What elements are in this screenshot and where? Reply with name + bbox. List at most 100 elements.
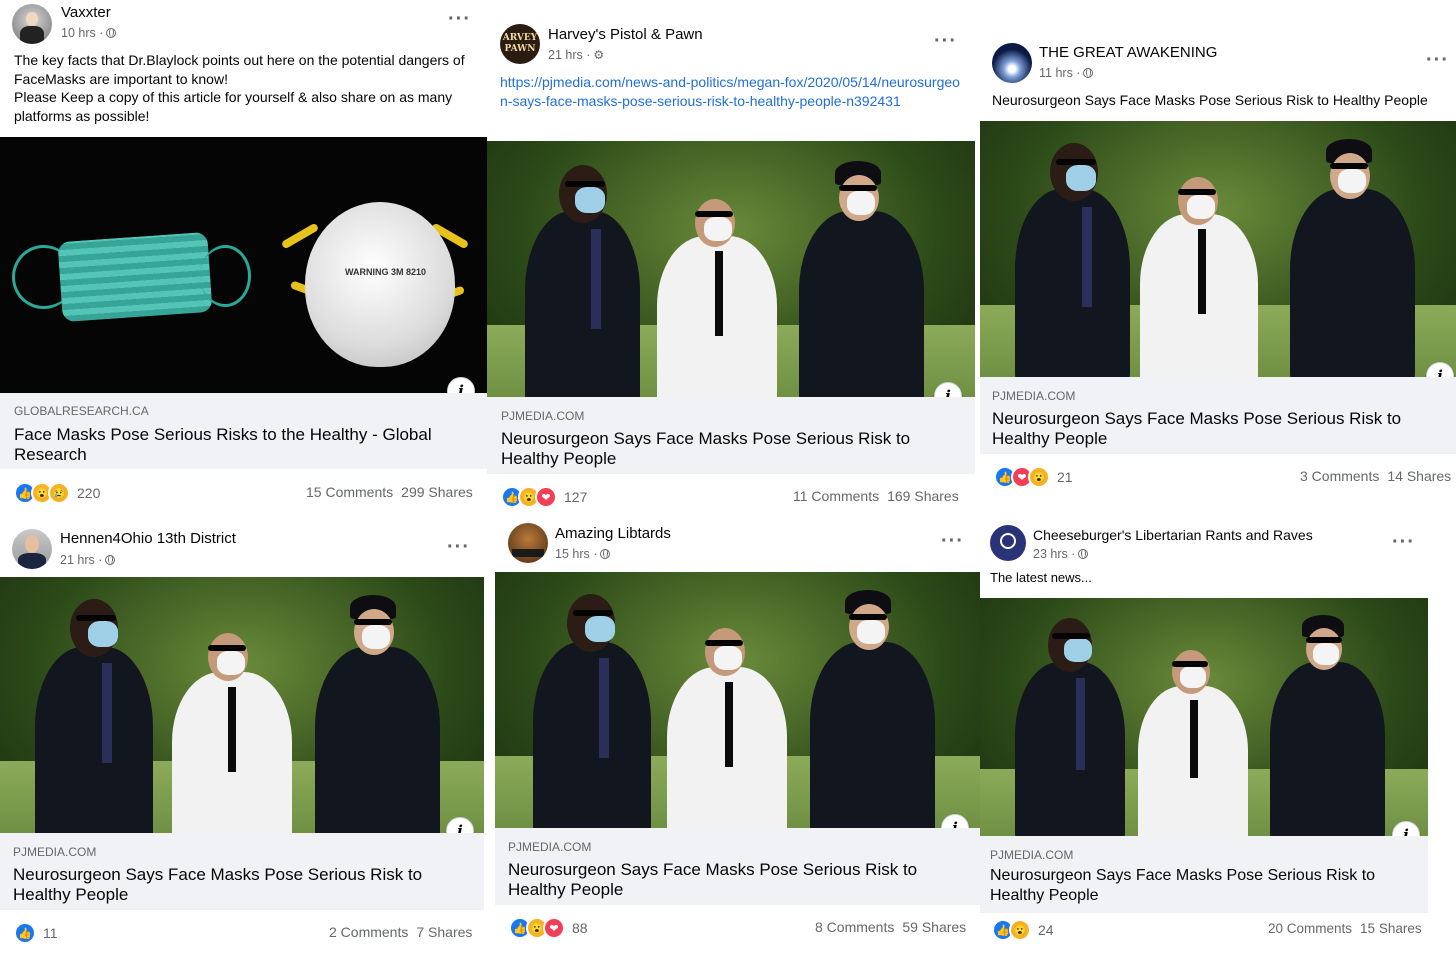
- link-domain: PJMEDIA.COM: [508, 840, 592, 854]
- wow-icon: 😮: [1028, 466, 1050, 488]
- wow-icon: 😮: [1009, 919, 1031, 941]
- post-time[interactable]: 11 hrs ·: [1039, 66, 1094, 80]
- reactions[interactable]: 👍 ❤ 😮 21: [994, 466, 1073, 488]
- globe-icon: [1078, 549, 1089, 559]
- more-options-icon[interactable]: ···: [1392, 532, 1415, 552]
- avatar[interactable]: ARVEY PAWN: [500, 24, 540, 64]
- post-text: The latest news...: [990, 570, 1092, 585]
- link-domain: PJMEDIA.COM: [992, 389, 1076, 403]
- comments-count[interactable]: 3 Comments: [1300, 468, 1379, 484]
- comments-count[interactable]: 8 Comments: [815, 919, 894, 935]
- avatar[interactable]: [990, 525, 1026, 561]
- post-hennen4ohio: Hennen4Ohio 13th District 21 hrs · ··· i…: [0, 515, 484, 969]
- engagement-stats: 11 Comments 169 Shares: [793, 488, 959, 504]
- more-options-icon[interactable]: ···: [448, 9, 471, 29]
- post-time[interactable]: 21 hrs · ⚙: [548, 48, 604, 62]
- avatar[interactable]: [12, 4, 52, 44]
- link-title: Neurosurgeon Says Face Masks Pose Seriou…: [13, 865, 423, 904]
- time-text: 11 hrs ·: [1039, 66, 1081, 80]
- link-domain: PJMEDIA.COM: [501, 409, 585, 423]
- link-preview[interactable]: PJMEDIA.COM Neurosurgeon Says Face Masks…: [980, 836, 1428, 913]
- link-domain: GLOBALRESEARCH.CA: [14, 404, 149, 418]
- post-text: The key facts that Dr.Blaylock points ou…: [14, 52, 465, 124]
- comments-count[interactable]: 2 Comments: [329, 924, 408, 940]
- sad-icon: 😢: [48, 482, 70, 504]
- more-options-icon[interactable]: ···: [941, 531, 964, 551]
- link-image[interactable]: [980, 121, 1456, 377]
- link-preview[interactable]: PJMEDIA.COM Neurosurgeon Says Face Masks…: [495, 828, 980, 905]
- post-time[interactable]: 10 hrs ·: [61, 26, 117, 40]
- link-preview[interactable]: PJMEDIA.COM Neurosurgeon Says Face Masks…: [0, 833, 484, 910]
- comments-count[interactable]: 15 Comments: [306, 484, 393, 500]
- link-title: Neurosurgeon Says Face Masks Pose Seriou…: [992, 409, 1402, 448]
- time-text: 21 hrs ·: [548, 48, 591, 62]
- author-name[interactable]: Vaxxter: [61, 4, 111, 21]
- reactions[interactable]: 👍 11: [14, 922, 58, 944]
- avatar[interactable]: [992, 43, 1032, 83]
- post-time[interactable]: 21 hrs ·: [60, 553, 116, 567]
- post-time[interactable]: 23 hrs ·: [1033, 547, 1089, 561]
- author-name[interactable]: Cheeseburger's Libertarian Rants and Rav…: [1033, 527, 1313, 543]
- author-name[interactable]: Amazing Libtards: [555, 525, 671, 542]
- reaction-count: 24: [1038, 922, 1054, 938]
- link-image[interactable]: [0, 577, 484, 833]
- more-options-icon[interactable]: ···: [447, 537, 470, 557]
- more-options-icon[interactable]: ···: [1426, 50, 1449, 70]
- link-title: Face Masks Pose Serious Risks to the Hea…: [14, 425, 432, 464]
- comments-count[interactable]: 11 Comments: [793, 488, 879, 504]
- love-icon: ❤: [535, 486, 557, 508]
- link-image[interactable]: [980, 598, 1428, 836]
- post-cheeseburgers: Cheeseburger's Libertarian Rants and Rav…: [980, 515, 1428, 969]
- reaction-count: 127: [564, 489, 588, 505]
- author-name[interactable]: THE GREAT AWAKENING: [1039, 44, 1217, 61]
- reactions[interactable]: 👍 😮 ❤ 127: [501, 486, 587, 508]
- link-preview[interactable]: GLOBALRESEARCH.CA Face Masks Pose Seriou…: [0, 393, 487, 469]
- shares-count[interactable]: 14 Shares: [1387, 468, 1451, 484]
- post-text: Neurosurgeon Says Face Masks Pose Seriou…: [992, 92, 1428, 108]
- reactions[interactable]: 👍 😮 24: [992, 919, 1054, 941]
- link-title: Neurosurgeon Says Face Masks Pose Seriou…: [990, 867, 1376, 904]
- engagement-stats: 3 Comments 14 Shares: [1300, 468, 1451, 484]
- shares-count[interactable]: 7 Shares: [416, 924, 472, 940]
- settings-icon: ⚙: [593, 48, 605, 62]
- globe-icon: [105, 555, 116, 565]
- reactions[interactable]: 👍 😮 😢 220: [14, 482, 100, 504]
- post-time[interactable]: 15 hrs ·: [555, 547, 611, 561]
- link-domain: PJMEDIA.COM: [13, 845, 97, 859]
- author-name[interactable]: Harvey's Pistol & Pawn: [548, 26, 703, 43]
- shares-count[interactable]: 15 Shares: [1360, 921, 1422, 936]
- reaction-count: 88: [572, 920, 588, 936]
- shares-count[interactable]: 169 Shares: [887, 488, 959, 504]
- n95-label: WARNING 3M 8210: [345, 267, 427, 277]
- globe-icon: [1083, 68, 1094, 78]
- link-image[interactable]: [487, 141, 975, 397]
- shares-count[interactable]: 59 Shares: [902, 919, 966, 935]
- post-great-awakening: THE GREAT AWAKENING 11 hrs · ··· Neurosu…: [980, 0, 1456, 512]
- reaction-count: 11: [43, 925, 58, 941]
- reaction-count: 220: [77, 485, 101, 501]
- shares-count[interactable]: 299 Shares: [401, 484, 473, 500]
- link-preview[interactable]: PJMEDIA.COM Neurosurgeon Says Face Masks…: [980, 377, 1456, 454]
- engagement-stats: 20 Comments 15 Shares: [1268, 921, 1422, 936]
- post-harveys: ARVEY PAWN Harvey's Pistol & Pawn 21 hrs…: [487, 0, 975, 512]
- globe-icon: [106, 28, 117, 38]
- reactions[interactable]: 👍 😮 ❤ 88: [509, 917, 588, 939]
- link-title: Neurosurgeon Says Face Masks Pose Seriou…: [501, 429, 911, 468]
- link-domain: PJMEDIA.COM: [990, 848, 1074, 862]
- link-image[interactable]: [495, 572, 980, 828]
- author-name[interactable]: Hennen4Ohio 13th District: [60, 530, 236, 547]
- like-icon: 👍: [14, 922, 36, 944]
- link-image[interactable]: WARNING 3M 8210: [0, 137, 487, 393]
- time-text: 10 hrs ·: [61, 26, 104, 40]
- time-text: 21 hrs ·: [60, 553, 103, 567]
- link-preview[interactable]: PJMEDIA.COM Neurosurgeon Says Face Masks…: [487, 397, 975, 474]
- avatar[interactable]: [12, 529, 52, 569]
- engagement-stats: 15 Comments 299 Shares: [306, 484, 473, 500]
- post-link[interactable]: https://pjmedia.com/news-and-politics/me…: [500, 73, 960, 111]
- comments-count[interactable]: 20 Comments: [1268, 921, 1352, 936]
- globe-icon: [600, 549, 611, 559]
- more-options-icon[interactable]: ···: [934, 31, 957, 51]
- avatar[interactable]: [508, 523, 548, 563]
- time-text: 23 hrs ·: [1033, 547, 1076, 561]
- reaction-count: 21: [1057, 469, 1073, 485]
